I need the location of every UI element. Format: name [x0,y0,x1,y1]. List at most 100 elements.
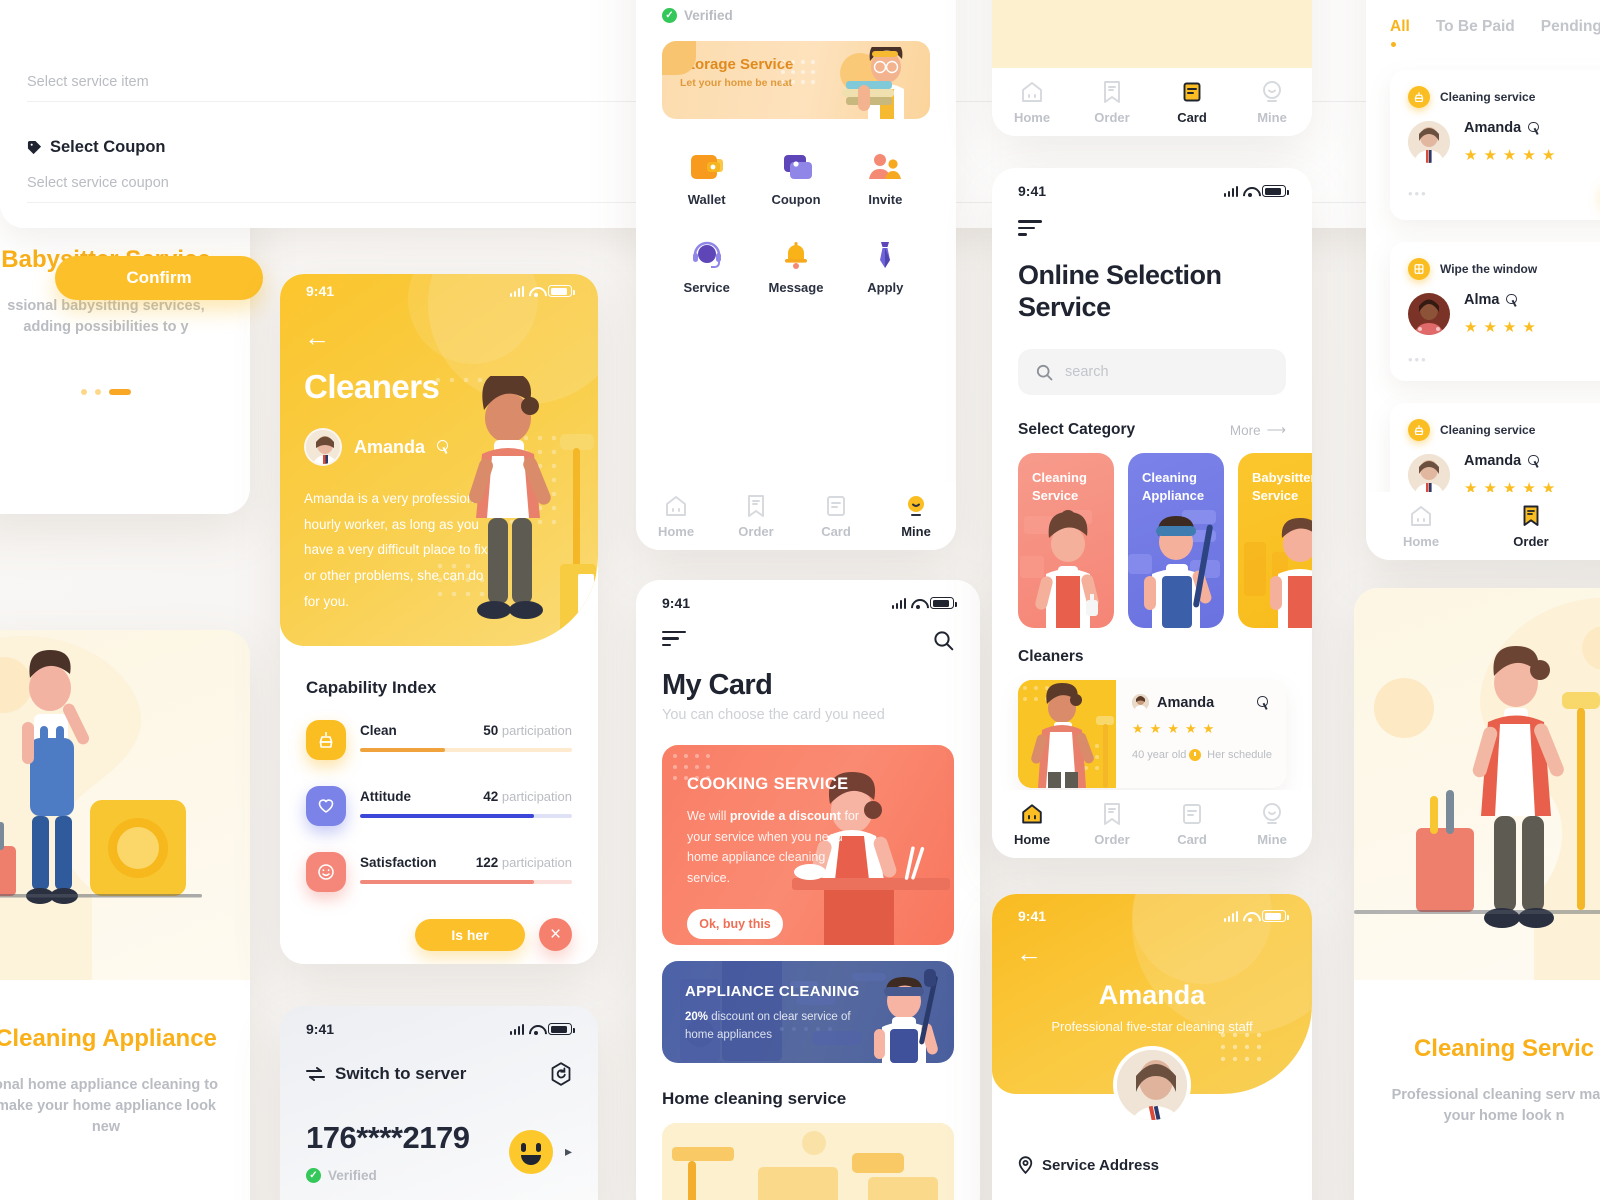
buy-button[interactable]: Ok, buy this [687,908,783,939]
tab-label: Order [1513,533,1549,549]
appliance-card-title: APPLIANCE CLEANING [685,983,860,1000]
coupon-placeholder: Select service coupon [27,175,169,191]
metric-unit: participation [501,789,572,804]
order-header: Cleaning service Ser [1408,419,1600,441]
arrow-right-icon: ⟶ [1266,422,1286,438]
tab-card[interactable]: Card [1586,504,1600,549]
search-input[interactable]: search [1018,349,1286,396]
carousel-dot-3-active[interactable] [109,389,131,395]
panel-switch-to-server: 9:41 Switch to server 176****2179 ✓ Veri… [280,1006,598,1200]
tab-home[interactable]: Home [992,80,1072,125]
scan-icon[interactable] [550,1062,572,1086]
category-carousel[interactable]: Cleaning Service Cleaning Appliance Baby… [1018,453,1312,629]
tab-card[interactable]: Card [796,494,876,539]
tab-home[interactable]: Home [992,802,1072,847]
swap-icon [306,1067,325,1081]
verified-status: ✓ Verified [662,0,930,23]
star-icon: ★ [1541,147,1556,164]
schedule-link[interactable]: Her schedule [1189,749,1272,762]
tab-order[interactable]: Order [1072,802,1152,847]
tab-mine[interactable]: Mine [1232,802,1312,847]
tab-home[interactable]: Home [636,494,716,539]
close-icon[interactable]: × [539,918,572,951]
bottom-tabbar-card: Home Order Card Mine [992,68,1312,136]
verified-label: Verified [328,1168,377,1183]
tab-card[interactable]: Card [1152,802,1232,847]
more-options-icon[interactable]: ••• [1408,352,1428,367]
order-service-name: Wipe the window [1440,262,1538,276]
cleaner-list-item[interactable]: Amanda ★ ★ ★ ★ ★ 40 year old Her schedule [1018,680,1286,789]
capability-row-attitude: Attitude 42 participation [306,786,572,826]
statusbar-online: 9:41 [992,168,1312,202]
order-card[interactable]: Cleaning service Ser Amanda ★ ★ ★ ★ ★ [1390,70,1600,220]
tab-order[interactable]: Order [716,494,796,539]
tab-home[interactable]: Home [1366,504,1476,549]
quick-actions-grid: Wallet Coupon Invite Service Message App… [662,153,930,295]
carousel-dot-1[interactable] [81,389,87,395]
quick-action-apply[interactable]: Apply [841,241,930,295]
appliance-cleaning-card[interactable]: APPLIANCE CLEANING 20% discount on clear… [662,961,954,1063]
category-card-cleaning-service[interactable]: Cleaning Service [1018,453,1114,629]
is-her-button[interactable]: Is her [415,918,525,951]
carousel-dot-2[interactable] [95,389,101,395]
cooking-service-card[interactable]: COOKING SERVICE We will provide a discou… [662,745,954,945]
tab-order[interactable]: Order [1072,80,1152,125]
order-tab-to-be-paid[interactable]: To Be Paid [1436,18,1515,36]
check-icon: ✓ [662,8,677,23]
service-badge-icon [1408,419,1430,441]
carousel-dots[interactable] [0,389,250,395]
status-icons [891,597,957,609]
metric-label: Clean [360,723,397,738]
star-icon: ★ [1202,721,1215,737]
back-button[interactable]: ← [992,928,1312,966]
select-coupon-label: Select Coupon [50,138,166,156]
order-person-name: Alma [1464,292,1500,308]
menu-icon[interactable] [1018,220,1042,240]
quick-action-invite[interactable]: Invite [841,153,930,207]
star-icon: ★ [1464,319,1478,336]
menu-icon[interactable] [662,630,686,651]
star-icon: ★ [1464,147,1478,164]
storage-service-banner[interactable]: Storage Service Let your home be neat [662,41,930,119]
chevron-right-icon[interactable]: ▸ [565,1143,572,1160]
smiley-avatar-icon[interactable] [508,1129,553,1174]
status-time: 9:41 [1018,183,1047,199]
metric-unit: participation [501,855,572,870]
profile-subtitle: Professional five-star cleaning staff [1051,1019,1253,1034]
invite-icon [868,153,902,181]
battery-icon [930,597,957,609]
category-card-babysitter-service[interactable]: Babysitter Service [1238,453,1312,629]
cleaner-name-group: Amanda [1132,694,1214,712]
tab-mine[interactable]: Mine [876,494,956,539]
order-service-name: Cleaning service [1440,423,1536,437]
signal-icon [509,1023,524,1035]
tab-label: Card [821,523,851,539]
switch-to-server-button[interactable]: Switch to server [306,1064,466,1084]
order-tab-all[interactable]: All [1390,18,1410,47]
tab-card[interactable]: Card [1152,80,1232,125]
order-tab-pending[interactable]: Pending [1541,18,1600,36]
cleaner-info: Amanda ★ ★ ★ ★ ★ 40 year old Her schedule [1116,680,1286,789]
quick-action-label: Message [768,280,824,295]
quick-action-wallet[interactable]: Wallet [662,153,751,207]
quick-action-coupon[interactable]: Coupon [751,153,840,207]
star-icon: ★ [1149,721,1162,737]
star-icon: ★ [1502,147,1517,164]
order-person-name: Amanda [1464,120,1522,136]
desc-highlight: provide a discount [729,809,841,823]
panel-appliance-promo: Cleaning Appliance onal home appliance c… [0,630,250,1200]
search-icon[interactable] [933,630,954,651]
more-options-icon[interactable]: ••• [1408,186,1428,201]
order-card[interactable]: Wipe the window Ser Alma ★ ★ ★ ★ [1390,242,1600,381]
switch-label: Switch to server [335,1064,467,1083]
tab-order[interactable]: Order [1476,504,1586,549]
status-time: 9:41 [662,595,691,611]
tab-mine[interactable]: Mine [1232,80,1312,125]
category-card-cleaning-appliance[interactable]: Cleaning Appliance [1128,453,1224,629]
quick-action-message[interactable]: Message [751,241,840,295]
panel-my-card: 9:41 My Card You can choose the card you… [636,580,980,1200]
more-link[interactable]: More ⟶ [1230,422,1286,438]
quick-action-service[interactable]: Service [662,241,751,295]
confirm-button[interactable]: Confirm [55,256,263,300]
category-label: Babysitter Service [1252,470,1312,503]
